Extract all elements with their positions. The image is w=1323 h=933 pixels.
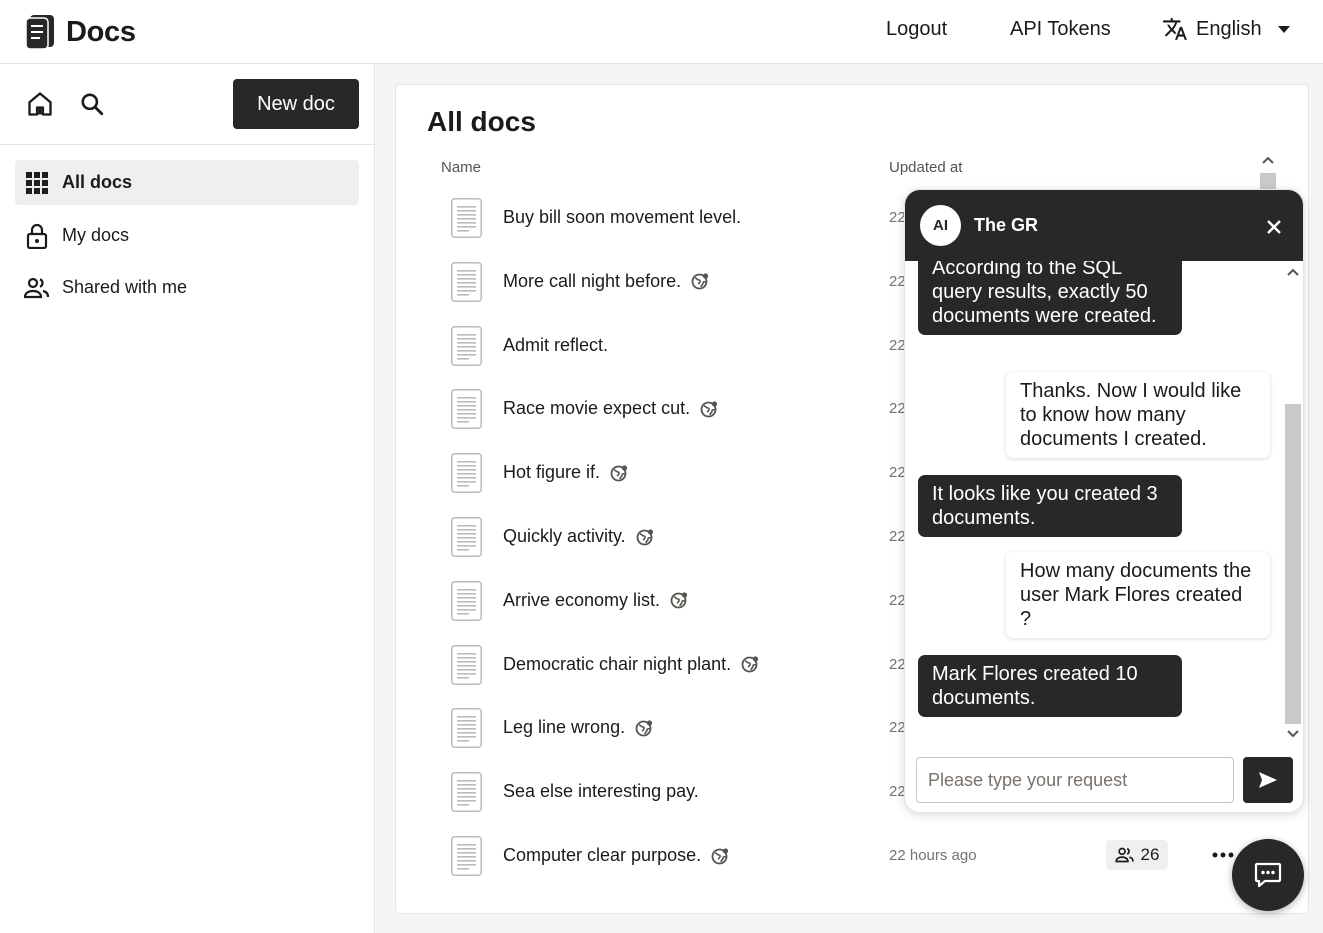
updated-at: 22 hours ago: [889, 847, 977, 864]
doc-title: More call night before.: [503, 270, 682, 291]
sidebar-item-shared-with-me[interactable]: Shared with me: [15, 265, 359, 310]
doc-title: Sea else interesting pay.: [503, 781, 699, 802]
doc-title: Race movie expect cut.: [503, 398, 691, 419]
doc-title: Buy bill soon movement level.: [503, 207, 742, 227]
people-icon: [1114, 847, 1134, 863]
lock-icon: [24, 223, 50, 249]
doc-title: Democratic chair night plant.: [503, 653, 732, 674]
home-icon[interactable]: [25, 89, 55, 119]
doc-title-link[interactable]: Leg line wrong.: [503, 717, 653, 738]
document-icon: [451, 772, 482, 813]
shares-badge[interactable]: 26: [1106, 840, 1168, 870]
document-icon: [451, 708, 482, 749]
search-icon[interactable]: [77, 89, 107, 119]
document-icon: [451, 261, 482, 302]
ai-message: According to the SQL query results, exac…: [918, 261, 1182, 335]
public-globe-icon: [700, 400, 718, 418]
doc-title-link[interactable]: Admit reflect.: [503, 335, 608, 356]
brand-title: Docs: [66, 15, 136, 48]
shares-count: 26: [1140, 845, 1160, 864]
logout-link[interactable]: Logout: [886, 18, 947, 41]
sidebar-item-all-docs[interactable]: All docs: [15, 160, 359, 205]
more-options-icon[interactable]: [1211, 843, 1235, 867]
send-icon: [1259, 772, 1277, 788]
language-selector[interactable]: English: [1162, 16, 1290, 42]
grid-icon: [24, 170, 50, 196]
chat-request-input[interactable]: [916, 757, 1234, 803]
chat-messages: According to the SQL query results, exac…: [905, 261, 1283, 745]
chat-title: The GR: [974, 215, 1039, 235]
document-icon: [451, 453, 482, 494]
sidebar-toolbar: New doc: [0, 64, 374, 145]
document-icon: [451, 836, 482, 876]
language-label: English: [1196, 17, 1262, 40]
send-button[interactable]: [1243, 757, 1293, 803]
public-globe-icon: [741, 655, 759, 673]
column-header-updated[interactable]: Updated at: [889, 159, 962, 176]
sidebar-item-label: All docs: [62, 172, 133, 192]
page-title: All docs: [427, 106, 536, 137]
doc-title-link[interactable]: Computer clear purpose.: [503, 845, 729, 866]
brand[interactable]: Docs: [24, 12, 136, 52]
doc-title: Hot figure if.: [503, 462, 601, 483]
document-icon: [451, 198, 482, 238]
ai-message: It looks like you created 3 documents.: [918, 475, 1182, 537]
chat-header: AI The GR: [905, 190, 1303, 261]
doc-title: Quickly activity.: [503, 526, 626, 546]
doc-title-link[interactable]: More call night before.: [503, 271, 709, 292]
doc-title-link[interactable]: Race movie expect cut.: [503, 398, 718, 419]
chat-toggle-button[interactable]: [1232, 839, 1304, 911]
sidebar: New doc All docs My docs Shared with me: [0, 64, 375, 933]
column-header-name[interactable]: Name: [441, 159, 481, 176]
doc-title: Admit reflect.: [503, 334, 609, 355]
doc-title: Arrive economy list.: [503, 589, 661, 610]
public-globe-icon: [691, 272, 709, 290]
public-globe-icon: [635, 719, 653, 737]
document-icon: [451, 517, 482, 557]
document-icon: [451, 389, 482, 430]
sidebar-item-label: My docs: [62, 225, 130, 245]
public-globe-icon: [670, 591, 688, 609]
close-icon[interactable]: [1263, 216, 1285, 238]
user-message: Thanks. Now I would like to know how man…: [1006, 372, 1270, 458]
doc-title-link[interactable]: Buy bill soon movement level.: [503, 207, 741, 228]
doc-title-link[interactable]: Sea else interesting pay.: [503, 781, 699, 802]
chat-bubble-icon: [1254, 862, 1282, 888]
doc-title-link[interactable]: Arrive economy list.: [503, 590, 688, 611]
chat-panel: AI The GR According to the SQL query res…: [904, 189, 1304, 813]
api-tokens-link[interactable]: API Tokens: [1010, 18, 1111, 41]
docs-logo-icon: [25, 15, 54, 50]
doc-title: Leg line wrong.: [503, 717, 626, 738]
sidebar-item-label: Shared with me: [62, 277, 188, 297]
ai-message: Mark Flores created 10 documents.: [918, 655, 1182, 717]
document-icon: [451, 644, 482, 685]
top-header: Docs Logout API Tokens English: [0, 0, 1323, 64]
public-globe-icon: [636, 528, 654, 546]
doc-title: Computer clear purpose.: [503, 845, 702, 865]
people-icon: [24, 275, 50, 301]
public-globe-icon: [711, 847, 729, 865]
sidebar-item-my-docs[interactable]: My docs: [15, 213, 359, 258]
user-message: How many documents the user Mark Flores …: [1006, 552, 1270, 638]
avatar: AI: [920, 205, 961, 246]
doc-title-link[interactable]: Quickly activity.: [503, 526, 654, 547]
doc-title-link[interactable]: Democratic chair night plant.: [503, 654, 759, 675]
document-icon: [451, 580, 482, 621]
chat-scrollbar[interactable]: [1283, 261, 1303, 745]
translate-icon: [1163, 18, 1187, 40]
new-doc-button[interactable]: New doc: [233, 79, 359, 129]
doc-title-link[interactable]: Hot figure if.: [503, 462, 628, 483]
public-globe-icon: [610, 464, 628, 482]
chevron-down-icon: [1277, 25, 1290, 33]
document-icon: [451, 325, 482, 366]
